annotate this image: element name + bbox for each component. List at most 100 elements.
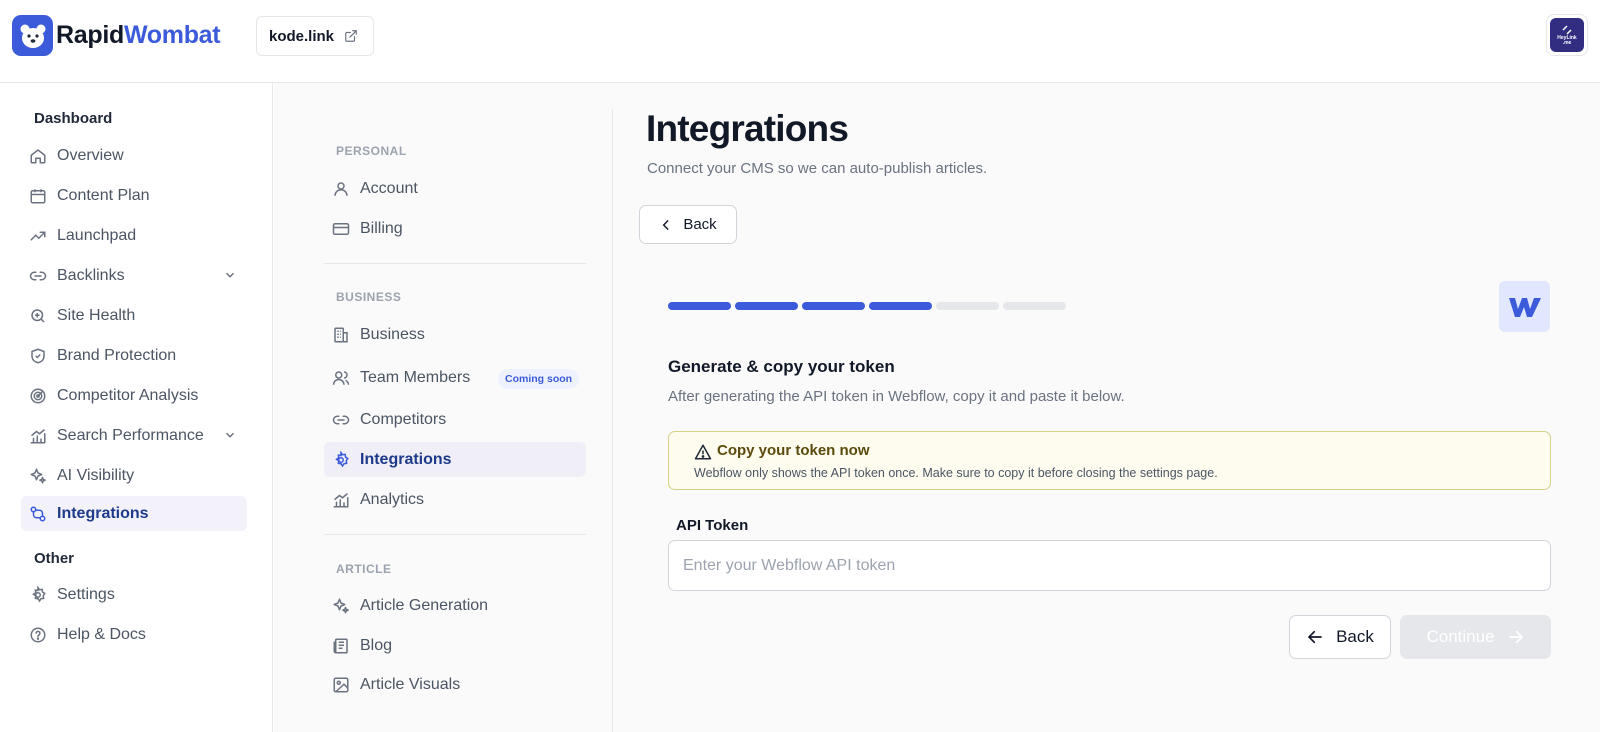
- settings-item-label: Article Visuals: [360, 675, 461, 693]
- sidebar-item-label: Competitor Analysis: [57, 386, 199, 404]
- continue-button-label: Continue: [1426, 627, 1495, 646]
- wizard-back-label: Back: [1336, 627, 1374, 646]
- settings-item-article-visuals[interactable]: Article Visuals: [324, 667, 586, 702]
- workspace-avatar[interactable]: HeyLink .me: [1546, 14, 1588, 56]
- wizard-back-button[interactable]: Back: [1289, 615, 1391, 659]
- settings-item-label: Billing: [360, 219, 403, 237]
- sidebar-item-label: Settings: [57, 585, 115, 603]
- progress-segment: [936, 302, 999, 310]
- settings-item-integrations[interactable]: Integrations: [324, 442, 586, 477]
- user-icon: [332, 180, 350, 198]
- settings-item-label: Team Members: [360, 368, 471, 386]
- sidebar-item-search-performance[interactable]: Search Performance: [21, 418, 247, 453]
- sidebar-item-label: Overview: [57, 146, 124, 164]
- sidebar-item-backlinks[interactable]: Backlinks: [21, 258, 247, 293]
- settings-item-account[interactable]: Account: [324, 171, 586, 206]
- back-button-label: Back: [683, 216, 717, 233]
- progress-segment: [668, 302, 731, 310]
- api-token-input[interactable]: [668, 540, 1551, 591]
- chevron-left-icon: [659, 218, 673, 232]
- settings-item-label: Analytics: [360, 490, 425, 508]
- sidebar-item-site-health[interactable]: Site Health: [21, 298, 247, 333]
- avatar-logo: HeyLink .me: [1550, 18, 1584, 52]
- wizard-progress: [668, 302, 1066, 310]
- gear-icon: [332, 450, 350, 469]
- trending-icon: [29, 227, 47, 245]
- settings-item-article-generation[interactable]: Article Generation: [324, 588, 586, 623]
- continue-button[interactable]: Continue: [1400, 615, 1551, 659]
- users-icon: [332, 369, 350, 387]
- settings-divider: [324, 263, 586, 264]
- warning-text: Webflow only shows the API token once. M…: [694, 466, 1218, 480]
- sidebar-item-brand-protection[interactable]: Brand Protection: [21, 338, 247, 373]
- site-link-label: kode.link: [269, 27, 335, 45]
- sidebar-item-competitor-analysis[interactable]: Competitor Analysis: [21, 378, 247, 413]
- site-link-chip[interactable]: kode.link: [256, 16, 374, 56]
- sidebar-item-content-plan[interactable]: Content Plan: [21, 178, 247, 213]
- sidebar-item-ai-visibility[interactable]: AI Visibility: [21, 458, 247, 493]
- brand-name-part2: Wombat: [123, 21, 221, 49]
- building-icon: [332, 326, 350, 344]
- chart-icon: [29, 427, 47, 445]
- sidebar-item-label: Site Health: [57, 306, 136, 324]
- sidebar-item-label: Launchpad: [57, 226, 137, 244]
- settings-item-competitors[interactable]: Competitors: [324, 402, 586, 437]
- chart-icon: [332, 491, 350, 509]
- sidebar-item-label: AI Visibility: [57, 466, 135, 484]
- api-token-label: API Token: [676, 517, 749, 534]
- chevron-down-icon[interactable]: [223, 428, 237, 442]
- help-icon: [29, 626, 47, 644]
- external-link-icon: [344, 29, 358, 43]
- calendar-icon: [29, 187, 47, 205]
- settings-item-label: Article Generation: [360, 596, 489, 614]
- top-bar: RapidWombat kode.link HeyLink .me: [0, 0, 1600, 83]
- sidebar-item-help-docs[interactable]: Help & Docs: [21, 617, 247, 652]
- warning-triangle-icon: [694, 443, 712, 461]
- settings-nav-divider: [612, 109, 613, 732]
- home-icon: [29, 147, 47, 165]
- page-title: Integrations: [646, 108, 849, 149]
- link-icon: [29, 267, 47, 285]
- chevron-down-icon[interactable]: [223, 268, 237, 282]
- step-description: After generating the API token in Webflo…: [668, 388, 1125, 405]
- coming-soon-badge: Coming soon: [498, 369, 580, 389]
- brand-name: RapidWombat: [56, 21, 221, 50]
- settings-item-billing[interactable]: Billing: [324, 211, 586, 246]
- progress-segment: [869, 302, 932, 310]
- image-icon: [332, 676, 350, 694]
- step-title: Generate & copy your token: [668, 357, 895, 376]
- integrations-icon: [29, 505, 47, 523]
- sparkles-icon: [332, 597, 350, 615]
- warning-title: Copy your token now: [717, 442, 870, 459]
- search-icon: [29, 307, 47, 325]
- sparkles-icon: [29, 467, 47, 485]
- settings-item-analytics[interactable]: Analytics: [324, 482, 586, 517]
- sidebar-item-integrations[interactable]: Integrations: [21, 496, 247, 531]
- sidebar-item-label: Search Performance: [57, 426, 204, 444]
- settings-section-personal: PERSONAL: [336, 144, 407, 158]
- arrow-left-icon: [1306, 628, 1324, 646]
- sidebar-item-settings[interactable]: Settings: [21, 577, 247, 612]
- sidebar-item-overview[interactable]: Overview: [21, 138, 247, 173]
- settings-section-article: ARTICLE: [336, 562, 392, 576]
- sidebar-item-label: Content Plan: [57, 186, 150, 204]
- back-button[interactable]: Back: [639, 205, 737, 244]
- settings-item-label: Blog: [360, 636, 393, 654]
- sidebar-item-label: Backlinks: [57, 266, 125, 284]
- settings-divider: [324, 534, 586, 535]
- sidebar-item-label: Integrations: [57, 504, 149, 522]
- sidebar-item-launchpad[interactable]: Launchpad: [21, 218, 247, 253]
- progress-segment: [802, 302, 865, 310]
- gear-icon: [29, 585, 47, 604]
- warning-callout: Copy your token now Webflow only shows t…: [668, 431, 1551, 490]
- credit-card-icon: [332, 220, 350, 238]
- settings-item-label: Competitors: [360, 410, 447, 428]
- progress-segment: [1003, 302, 1066, 310]
- link-icon: [332, 411, 350, 429]
- brand-logo[interactable]: RapidWombat: [12, 15, 221, 56]
- settings-item-business[interactable]: Business: [324, 317, 586, 352]
- settings-item-blog[interactable]: Blog: [324, 628, 586, 663]
- page-subtitle: Connect your CMS so we can auto-publish …: [647, 160, 988, 177]
- brand-name-part1: Rapid: [56, 21, 124, 49]
- avatar-text-2: .me: [1562, 40, 1572, 46]
